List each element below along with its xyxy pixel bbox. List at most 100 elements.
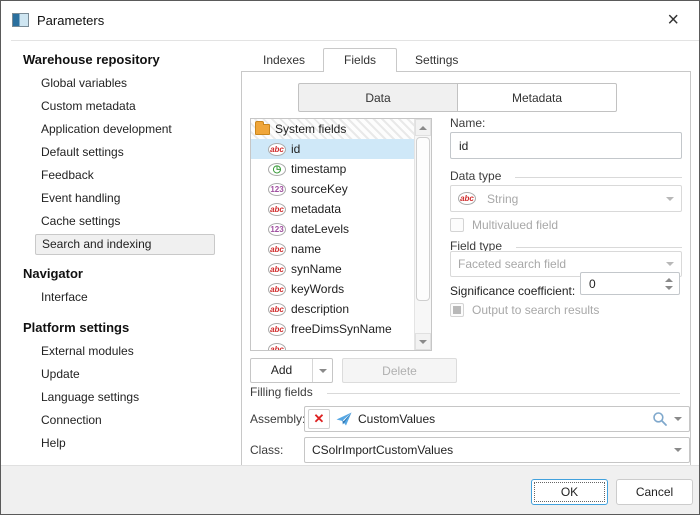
field-list-group-header[interactable]: System fields [251, 119, 414, 139]
data-type-combobox: abc String [450, 185, 682, 212]
field-list-item[interactable]: 123 dateLevels [251, 219, 414, 239]
field-listbox: System fields abc id ◷ timestamp [250, 118, 432, 351]
field-list-item[interactable]: abc freeDimsSynName [251, 319, 414, 339]
significance-value: 0 [581, 277, 659, 291]
view-toggle: Data Metadata [298, 83, 617, 112]
sidebar-item[interactable]: Default settings [1, 141, 238, 164]
sidebar-item-label: Update [41, 367, 80, 381]
significance-label: Significance coefficient: [450, 284, 575, 298]
filling-fields-group-header: Filling fields [250, 385, 680, 399]
clear-assembly-button[interactable]: ✕ [308, 409, 330, 429]
class-label: Class: [250, 443, 283, 457]
sidebar-item[interactable]: Global variables [1, 72, 238, 95]
field-list-item[interactable]: ◷ timestamp [251, 159, 414, 179]
add-dropdown-button[interactable] [312, 359, 332, 382]
field-list-item[interactable]: 123 sourceKey [251, 179, 414, 199]
field-type-icon: abc [268, 343, 286, 351]
sidebar-item[interactable]: Search and indexing [35, 234, 215, 255]
field-list-item[interactable]: abc id [251, 139, 414, 159]
parameters-dialog: Parameters × Warehouse repository Global… [0, 0, 700, 515]
checkbox-icon [450, 218, 464, 232]
field-list-item[interactable]: abc name [251, 239, 414, 259]
tab-settings[interactable]: Settings [401, 49, 472, 72]
scrollbar-thumb[interactable] [416, 137, 430, 301]
toggle-data-button[interactable]: Data [298, 83, 458, 112]
spinner-down-icon[interactable] [665, 286, 673, 290]
app-window-icon [12, 13, 29, 27]
field-list-item-label: dateLevels [291, 222, 349, 236]
field-type-icon: abc [268, 243, 286, 256]
field-list-item-label: synName [291, 262, 342, 276]
sidebar-item-label: Help [41, 436, 66, 450]
sidebar-item[interactable]: Cache settings [1, 210, 238, 233]
sidebar-item: Navigator [23, 266, 238, 282]
field-list-item[interactable]: abc [251, 339, 414, 350]
delete-button[interactable]: Delete [342, 358, 457, 383]
search-icon[interactable] [652, 411, 668, 427]
field-type-icon: abc [268, 283, 286, 296]
field-list-item[interactable]: abc description [251, 299, 414, 319]
sidebar-item[interactable]: External modules [1, 340, 238, 363]
tab-fields[interactable]: Fields [323, 48, 397, 72]
sidebar-item-label: Event handling [41, 191, 120, 205]
dialog-title: Parameters [37, 13, 104, 28]
folder-icon [255, 124, 270, 135]
significance-spinner[interactable]: 0 [580, 272, 680, 295]
data-type-label: Data type [450, 169, 501, 183]
sidebar-item[interactable]: Connection [1, 409, 238, 432]
titlebar: Parameters × [1, 1, 699, 40]
close-icon[interactable]: × [667, 8, 679, 32]
filling-fields-label: Filling fields [250, 385, 313, 399]
scrollbar-up-button[interactable] [415, 119, 431, 136]
scrollbar-down-button[interactable] [415, 333, 431, 350]
sidebar-item[interactable]: Update [1, 363, 238, 386]
sidebar-item[interactable]: Help [1, 432, 238, 455]
sidebar-item-label: Interface [41, 290, 88, 304]
class-dropdown-icon[interactable] [674, 448, 682, 452]
dialog-footer: OK Cancel [1, 465, 699, 514]
add-button[interactable]: Add [250, 358, 333, 383]
multivalued-checkbox: Multivalued field [450, 218, 558, 232]
sidebar-item-label: Navigator [23, 266, 83, 281]
ok-button[interactable]: OK [531, 479, 608, 505]
assembly-icon [336, 412, 352, 426]
add-button-label: Add [251, 359, 312, 382]
assembly-label: Assembly: [250, 412, 305, 426]
sidebar-item[interactable]: Application development [1, 118, 238, 141]
sidebar-item-label: Search and indexing [42, 237, 151, 251]
name-input[interactable] [450, 132, 682, 159]
assembly-dropdown-icon[interactable] [674, 417, 682, 421]
tab-indexes[interactable]: Indexes [249, 49, 319, 72]
sidebar-item[interactable]: Language settings [1, 386, 238, 409]
sidebar-item[interactable]: Interface [1, 286, 238, 309]
sidebar-item: Warehouse repository [23, 52, 238, 68]
sidebar-item[interactable]: Custom metadata [1, 95, 238, 118]
chevron-down-icon [319, 369, 327, 373]
name-label: Name: [450, 116, 485, 130]
abc-type-icon: abc [458, 192, 476, 205]
field-list-item[interactable]: abc synName [251, 259, 414, 279]
field-list-item-label: sourceKey [291, 182, 348, 196]
class-combobox[interactable]: CSolrImportCustomValues [304, 437, 690, 463]
field-list-item-label: description [291, 302, 349, 316]
field-type-icon: abc [268, 143, 286, 156]
data-type-dropdown-icon [666, 197, 674, 201]
spinner-up-icon[interactable] [665, 278, 673, 282]
fields-panel: Data Metadata System fields abc id [241, 71, 691, 466]
field-list-item[interactable]: abc keyWords [251, 279, 414, 299]
list-scrollbar[interactable] [414, 119, 431, 350]
field-list-item-label: name [291, 242, 321, 256]
assembly-field[interactable]: ✕ CustomValues [304, 406, 690, 432]
field-list-item[interactable]: abc metadata [251, 199, 414, 219]
cancel-button[interactable]: Cancel [616, 479, 693, 505]
assembly-value: CustomValues [358, 412, 646, 426]
field-type-icon: abc [268, 263, 286, 276]
sidebar-item-label: Custom metadata [41, 99, 136, 113]
sidebar-item[interactable]: Event handling [1, 187, 238, 210]
toggle-metadata-button[interactable]: Metadata [457, 83, 617, 112]
sidebar-item-label: Platform settings [23, 320, 129, 335]
sidebar-item-label: Feedback [41, 168, 94, 182]
checkbox-indeterminate-icon [450, 303, 464, 317]
field-type-icon: 123 [268, 183, 286, 196]
sidebar-item[interactable]: Feedback [1, 164, 238, 187]
